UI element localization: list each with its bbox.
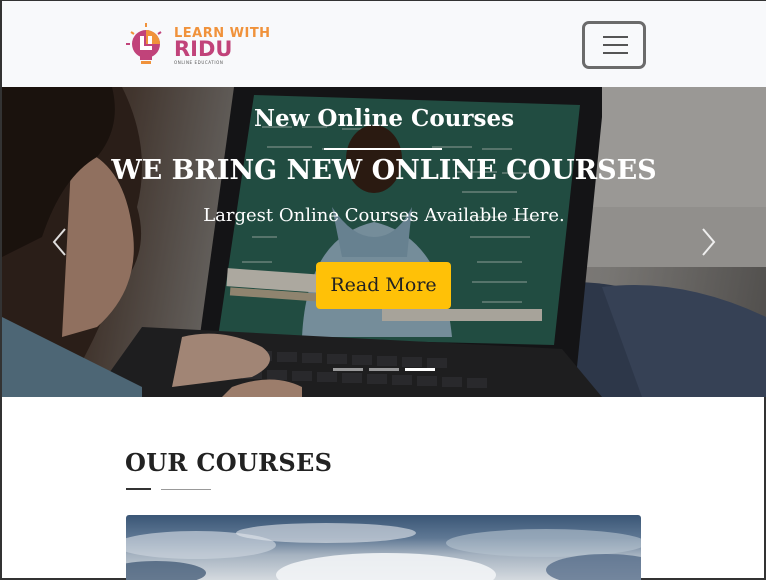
brand-tagline: ONLINE EDUCATION — [174, 60, 224, 65]
chevron-left-icon — [52, 228, 66, 256]
hamburger-icon — [603, 36, 628, 38]
carousel-next-button[interactable] — [696, 227, 720, 257]
carousel-indicator-2[interactable] — [369, 368, 399, 371]
hero-kicker: New Online Courses — [253, 105, 515, 132]
brand-logo[interactable]: LEARN WITH RIDU ONLINE EDUCATION — [125, 20, 285, 70]
hero-carousel: New Online Courses WE BRING NEW ONLINE C… — [2, 87, 766, 397]
course-card-image[interactable] — [126, 515, 641, 580]
carousel-prev-button[interactable] — [48, 227, 72, 257]
hero-subtitle: Largest Online Courses Available Here. — [203, 205, 565, 226]
kicker-divider — [324, 148, 442, 150]
title-underline-dark — [126, 488, 151, 490]
chevron-right-icon — [702, 228, 716, 256]
navbar-toggler-button[interactable] — [582, 21, 646, 69]
navbar: LEARN WITH RIDU ONLINE EDUCATION — [2, 1, 766, 87]
carousel-indicator-3-active[interactable] — [405, 368, 435, 371]
brand-line2: RIDU — [174, 37, 233, 61]
sky-image — [126, 523, 641, 580]
title-underline-light — [161, 489, 211, 490]
read-more-button[interactable]: Read More — [316, 262, 451, 309]
hero-title: WE BRING NEW ONLINE COURSES — [111, 155, 657, 186]
courses-section-title: OUR COURSES — [125, 448, 333, 477]
lightbulb-logo-icon — [126, 23, 162, 64]
carousel-indicator-1[interactable] — [333, 368, 363, 371]
